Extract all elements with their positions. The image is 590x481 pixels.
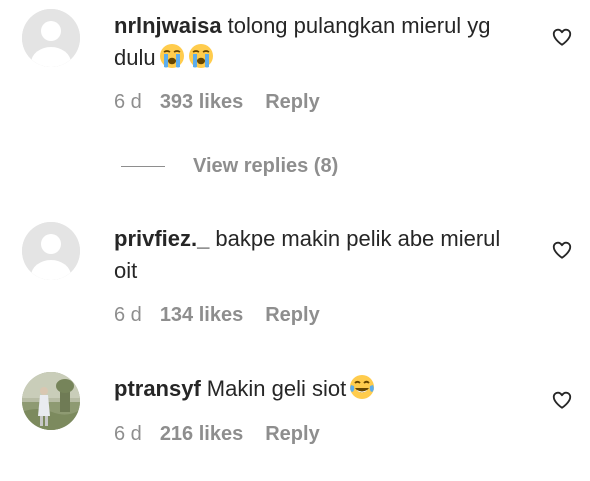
comment-username[interactable]: ptransyf <box>114 376 201 401</box>
comment-meta: 6 d 134 likes Reply <box>114 304 320 327</box>
comment-likes[interactable]: 216 likes <box>160 423 243 445</box>
reply-button[interactable]: Reply <box>265 91 319 113</box>
comment-username[interactable]: nrlnjwaisa <box>114 13 222 38</box>
avatar[interactable] <box>22 9 80 67</box>
loudly-crying-face-icon <box>188 43 214 78</box>
view-replies-label: View replies (8) <box>193 154 339 177</box>
comment-text: Makin geli siot <box>206 376 347 401</box>
heart-outline-icon[interactable] <box>551 389 573 411</box>
heart-outline-icon[interactable] <box>551 239 573 261</box>
comment-time: 6 d <box>114 423 142 445</box>
comment-time: 6 d <box>114 91 142 113</box>
heart-outline-icon[interactable] <box>551 26 573 48</box>
comment-time: 6 d <box>114 304 142 326</box>
avatar[interactable] <box>22 372 80 430</box>
comment-likes[interactable]: 134 likes <box>160 304 243 326</box>
loudly-crying-face-icon <box>159 43 185 78</box>
comment-likes[interactable]: 393 likes <box>160 91 243 113</box>
comment-body: nrlnjwaisa tolong pulangkan mierul yg dul… <box>114 10 534 78</box>
reply-button[interactable]: Reply <box>265 304 319 326</box>
view-replies-button[interactable]: View replies (8) <box>121 151 338 181</box>
comment-body: ptransyf Makin geli siot <box>114 373 534 409</box>
face-with-tears-of-joy-icon <box>349 374 375 409</box>
comment-username[interactable]: privfiez._ <box>114 226 209 251</box>
user-photo-avatar-icon <box>22 372 80 430</box>
comment-meta: 6 d 216 likes Reply <box>114 423 320 446</box>
default-avatar-icon <box>22 9 80 67</box>
view-replies-divider <box>121 165 165 167</box>
reply-button[interactable]: Reply <box>265 423 319 445</box>
comment-body: privfiez._ bakpe makin pelik abe mierul o… <box>114 223 514 287</box>
comment-meta: 6 d 393 likes Reply <box>114 91 320 114</box>
default-avatar-icon <box>22 222 80 280</box>
avatar[interactable] <box>22 222 80 280</box>
